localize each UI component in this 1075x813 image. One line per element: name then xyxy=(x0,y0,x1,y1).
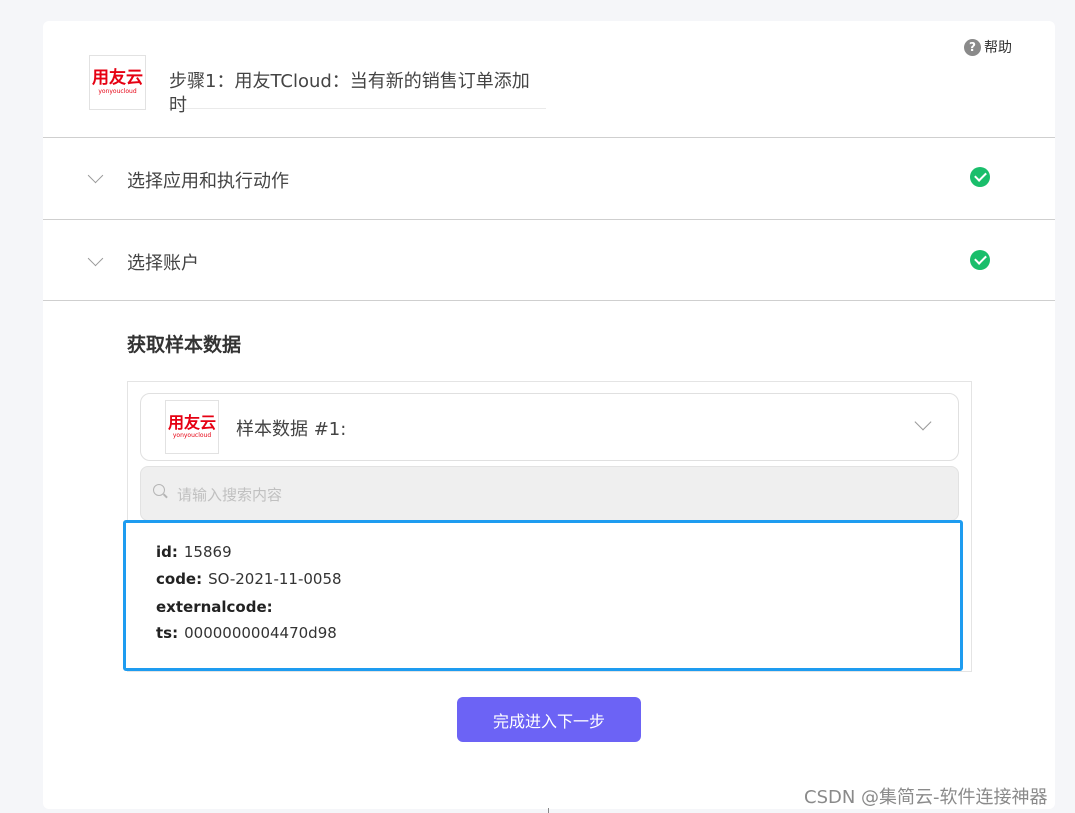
sample-select-label: 样本数据 #1: xyxy=(236,419,347,440)
logo-text: 用友云 xyxy=(167,413,216,432)
next-step-button[interactable]: 完成进入下一步 xyxy=(457,697,641,742)
help-label: 帮助 xyxy=(984,40,1012,56)
field-row-ts: ts: 0000000004470d98 xyxy=(156,624,337,642)
chevron-down-icon xyxy=(87,250,104,267)
search-icon xyxy=(153,484,165,496)
field-row-externalcode: externalcode: xyxy=(156,598,279,616)
sample-data-select[interactable]: 用友云 yonyoucloud 样本数据 #1: xyxy=(140,393,959,461)
yonyou-cloud-logo: 用友云 yonyoucloud xyxy=(165,400,219,454)
field-value: 15869 xyxy=(183,543,232,561)
field-key: ts: xyxy=(156,624,179,642)
step-title: 步骤1：用友TCloud：当有新的销售订单添加时 xyxy=(169,70,546,116)
yonyou-cloud-logo: 用友云 yonyoucloud xyxy=(89,55,146,110)
chevron-down-icon xyxy=(87,167,104,184)
sample-data-heading: 获取样本数据 xyxy=(127,334,242,356)
field-key: externalcode: xyxy=(156,598,273,616)
help-link[interactable]: ? 帮助 xyxy=(964,37,1012,57)
question-circle-icon: ? xyxy=(964,38,981,56)
check-circle-icon xyxy=(970,167,990,187)
field-key: code: xyxy=(156,570,203,588)
sample-data-panel: id: 15869 code: SO-2021-11-0058 externalco… xyxy=(123,520,963,671)
divider xyxy=(548,808,549,813)
field-row-code: code: SO-2021-11-0058 xyxy=(156,570,342,588)
logo-text: 用友云 xyxy=(92,68,143,88)
field-key: id: xyxy=(156,543,178,561)
section-select-account[interactable]: 选择账户 xyxy=(43,220,1055,300)
watermark: CSDN @集简云-软件连接神器 xyxy=(804,787,1048,808)
field-value: 0000000004470d98 xyxy=(184,624,337,642)
divider xyxy=(43,300,1055,301)
field-value: SO-2021-11-0058 xyxy=(208,570,342,588)
field-row-id: id: 15869 xyxy=(156,543,232,561)
section-label: 选择应用和执行动作 xyxy=(127,171,289,192)
search-box xyxy=(140,466,959,521)
section-select-app-action[interactable]: 选择应用和执行动作 xyxy=(43,138,1055,218)
section-label: 选择账户 xyxy=(127,253,199,274)
check-circle-icon xyxy=(970,250,990,270)
search-input[interactable] xyxy=(175,481,939,509)
logo-subtext: yonyoucloud xyxy=(172,432,212,439)
chevron-down-icon[interactable] xyxy=(914,413,932,431)
logo-subtext: yonyoucloud xyxy=(98,88,137,95)
